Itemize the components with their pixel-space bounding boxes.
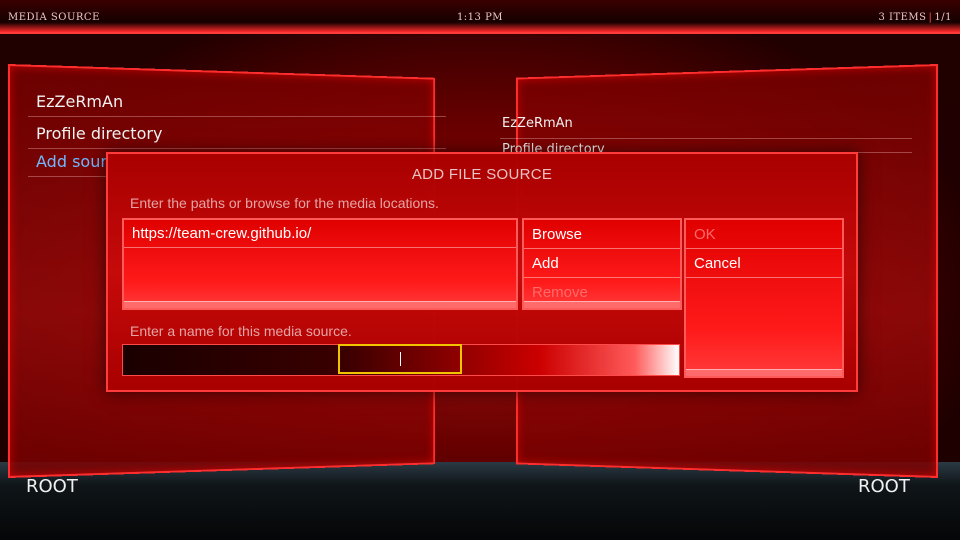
list-item-label: Profile directory	[36, 124, 162, 143]
path-actions: Browse Add Remove	[522, 218, 682, 310]
top-bar: MEDIA SOURCE 1:13 PM 3 ITEMS | 1/1	[0, 0, 960, 34]
media-source-name-input[interactable]	[338, 344, 462, 374]
browse-button[interactable]: Browse	[524, 220, 680, 249]
add-button[interactable]: Add	[524, 249, 680, 278]
list-item[interactable]: EzZeRmAn	[28, 88, 446, 117]
paths-list-footer	[124, 301, 516, 308]
dialog-actions-footer	[686, 369, 842, 376]
add-file-source-dialog: ADD FILE SOURCE Enter the paths or brows…	[106, 152, 858, 392]
separator: |	[929, 12, 933, 23]
clock: 1:13 PM	[0, 12, 960, 23]
path-entry[interactable]: https://team-crew.github.io/	[124, 220, 516, 248]
paths-list: https://team-crew.github.io/	[122, 218, 518, 310]
list-item[interactable]: Profile directory	[500, 136, 912, 153]
list-item[interactable]: EzZeRmAn	[500, 110, 912, 139]
name-prompt: Enter a name for this media source.	[130, 323, 352, 339]
items-count: 3 ITEMS	[878, 12, 926, 23]
left-root-label: ROOT	[26, 476, 78, 497]
cancel-button[interactable]: Cancel	[686, 249, 842, 278]
path-actions-footer	[524, 301, 680, 308]
dialog-actions: OK Cancel	[684, 218, 844, 378]
item-count: 3 ITEMS | 1/1	[878, 12, 952, 23]
list-item-label: Add sour	[36, 152, 107, 171]
page-indicator: 1/1	[934, 12, 952, 23]
list-item[interactable]: Profile directory	[28, 120, 446, 149]
list-item-label: EzZeRmAn	[502, 116, 573, 131]
text-cursor	[400, 352, 401, 366]
list-item-label: EzZeRmAn	[36, 92, 123, 111]
right-root-label: ROOT	[858, 476, 910, 497]
ok-button[interactable]: OK	[686, 220, 842, 249]
dialog-title: ADD FILE SOURCE	[108, 166, 856, 183]
paths-prompt: Enter the paths or browse for the media …	[130, 195, 439, 211]
